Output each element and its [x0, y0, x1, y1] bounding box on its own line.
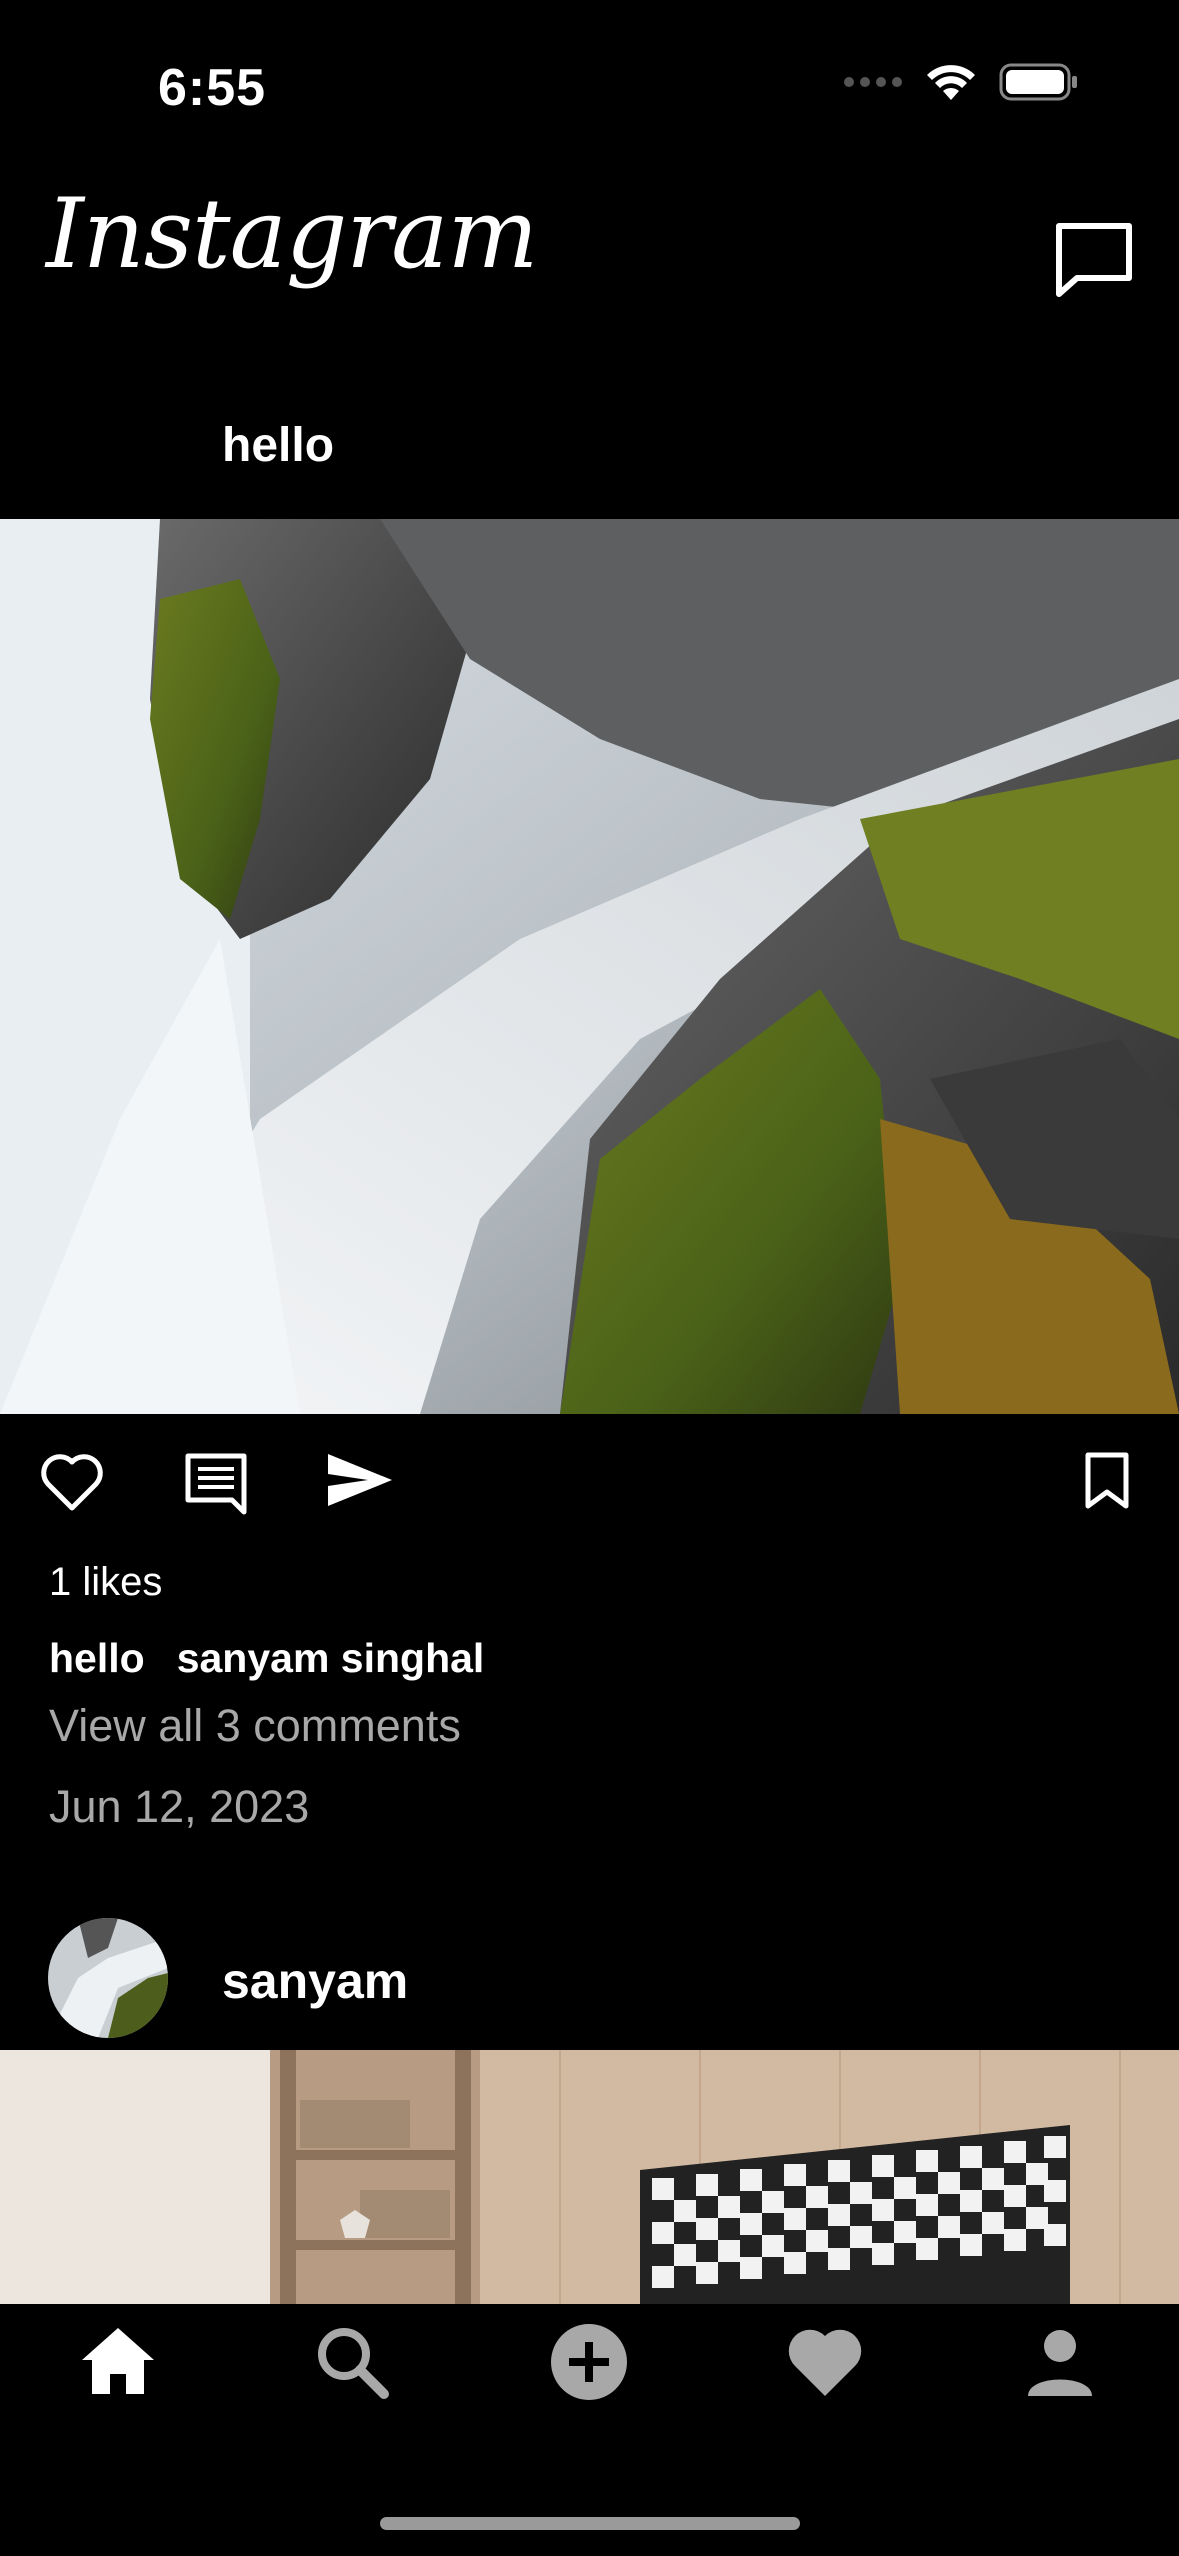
search-icon[interactable] [312, 2322, 392, 2402]
post-username[interactable]: hello [222, 418, 334, 473]
message-square-icon[interactable] [1055, 222, 1133, 298]
comment-icon[interactable] [184, 1452, 248, 1516]
person-icon[interactable] [1020, 2322, 1100, 2402]
view-comments-link[interactable]: View all 3 comments [49, 1700, 461, 1752]
add-circle-icon[interactable] [549, 2322, 629, 2402]
bookmark-icon[interactable] [1084, 1452, 1130, 1510]
post-username[interactable]: sanyam [222, 1952, 408, 2010]
app-logo: Instagram [46, 178, 538, 290]
wifi-icon [927, 65, 975, 100]
status-time: 6:55 [158, 59, 267, 117]
post-image[interactable] [0, 2050, 1179, 2306]
heart-filled-icon[interactable] [785, 2322, 865, 2402]
send-icon[interactable] [326, 1452, 394, 1508]
status-icons [843, 62, 1079, 102]
room-photo [0, 2050, 1179, 2306]
waterfall-photo [0, 519, 1179, 1414]
post-actions [0, 1452, 1179, 1522]
avatar-photo [48, 1918, 168, 2038]
post-image[interactable] [0, 519, 1179, 1414]
home-icon[interactable] [78, 2322, 158, 2402]
caption-text: sanyam singhal [176, 1635, 485, 1681]
home-indicator[interactable] [380, 2517, 800, 2530]
avatar[interactable] [48, 1918, 168, 2038]
heart-outline-icon[interactable] [40, 1452, 104, 1512]
cellular-signal-icon [844, 77, 902, 87]
caption-username[interactable]: hello [49, 1635, 145, 1681]
post-date: Jun 12, 2023 [49, 1781, 310, 1832]
post-caption: hello sanyam singhal [49, 1635, 484, 1682]
battery-icon [999, 63, 1077, 101]
likes-count[interactable]: 1 likes [49, 1560, 162, 1605]
